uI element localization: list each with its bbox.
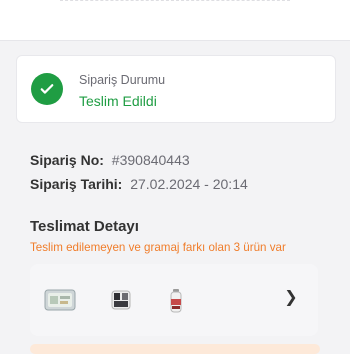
order-number-row: Sipariş No: #390840443 [30,148,248,172]
order-number-label: Sipariş No: [30,152,104,168]
order-date-label: Sipariş Tarihi: [30,176,123,192]
order-date-row: Sipariş Tarihi: 27.02.2024 - 20:14 [30,172,248,196]
order-date-value: 27.02.2024 - 20:14 [130,176,248,192]
order-status-card: Sipariş Durumu Teslim Edildi [16,55,336,123]
delivery-title: Teslimat Detayı [30,218,139,235]
product-image-2 [110,288,132,317]
previous-section-card [0,0,350,41]
product-image-3 [165,288,187,319]
bottom-banner [30,344,320,354]
check-circle-icon [31,73,63,105]
status-value: Teslim Edildi [79,93,157,109]
delivery-warning: Teslim edilemeyen ve gramaj farkı olan 3… [30,241,286,254]
delivery-products-card[interactable]: ❯ [30,264,318,336]
status-label: Sipariş Durumu [79,73,166,87]
divider [60,0,290,2]
chevron-right-icon[interactable]: ❯ [284,288,298,308]
order-number-value: #390840443 [111,152,190,168]
product-image-1 [44,288,76,317]
order-info: Sipariş No: #390840443 Sipariş Tarihi: 2… [30,148,248,196]
